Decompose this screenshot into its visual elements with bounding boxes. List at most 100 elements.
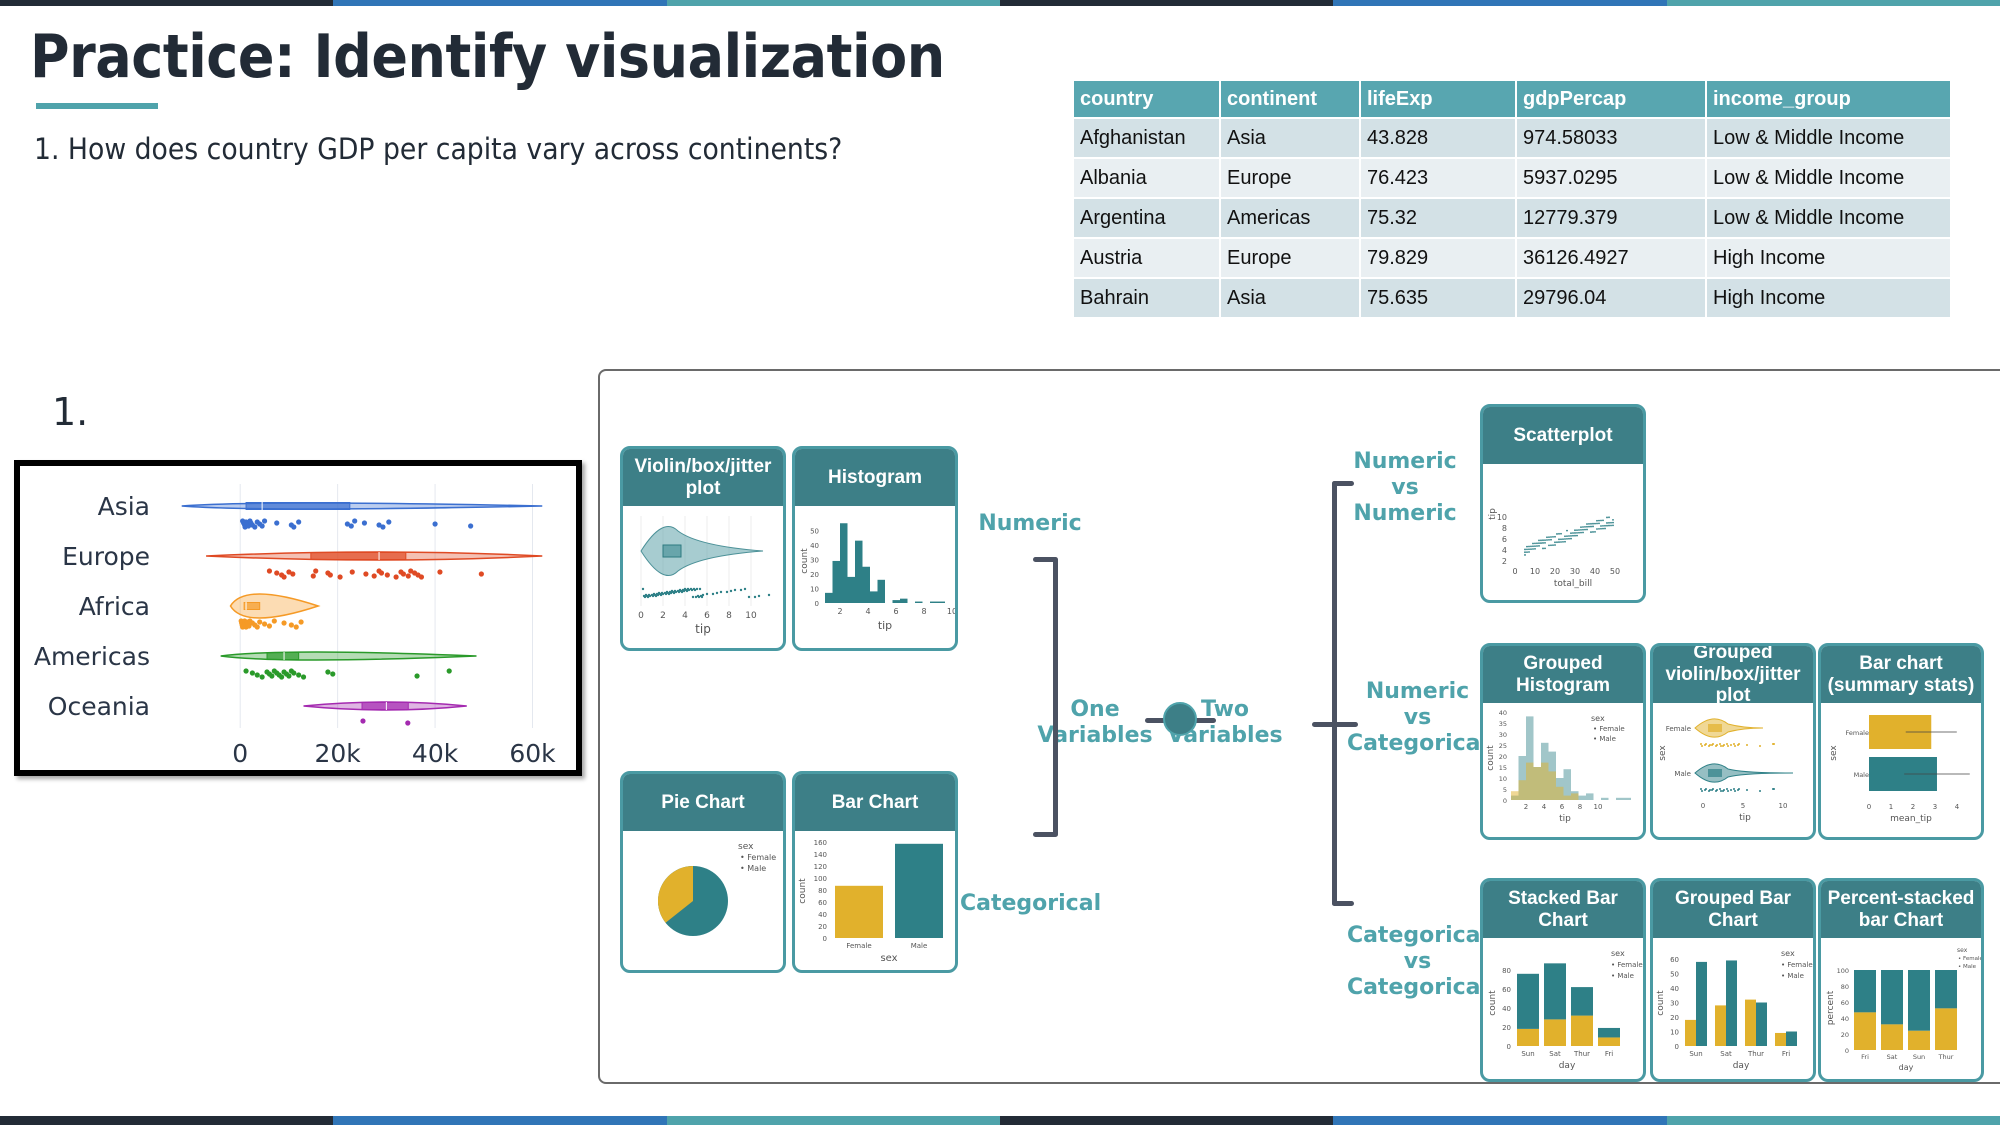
card-title: Histogram — [795, 449, 955, 506]
scatter-point — [1584, 528, 1586, 531]
scatter-point — [1610, 524, 1612, 527]
x-tick-label: Sat — [1549, 1050, 1561, 1058]
jitter-point — [266, 623, 273, 629]
jitter-point — [757, 594, 761, 598]
jitter-point — [478, 571, 484, 577]
mini-chart: 0 5 10 15 20 25 30 35 40 2 4 6 8 10 tip sex • Female • Ma… — [1486, 709, 1631, 824]
y-tick-label: 0 — [1503, 797, 1507, 805]
table-cell: Bahrain — [1074, 279, 1219, 317]
jitter-point — [414, 673, 420, 679]
label-line: Categorical — [960, 891, 1102, 916]
column-header-gdppercap: gdpPercap — [1517, 81, 1705, 117]
x-tick-label: 40k — [412, 739, 459, 768]
scatter-point — [1592, 525, 1594, 528]
jitter-point — [1720, 790, 1722, 792]
scatter-point — [1586, 525, 1588, 528]
jitter-point — [1726, 788, 1728, 790]
scatter-point — [1546, 536, 1548, 539]
y-axis-label: count — [1488, 990, 1498, 1016]
table-cell: Europe — [1221, 159, 1359, 197]
jitter-point — [1723, 744, 1725, 746]
histogram-bar-male — [1601, 797, 1609, 800]
jitter-point — [1712, 743, 1714, 745]
x-axis-label: day — [1733, 1061, 1750, 1071]
jitter-point — [657, 591, 661, 595]
scatter-point — [1548, 544, 1550, 547]
legend-title: sex — [1611, 949, 1625, 958]
label-line: vs — [1391, 474, 1419, 500]
card-body: 0 2 4 6 8 10 tip — [623, 506, 783, 648]
one-variables-label: One Variables — [1030, 697, 1160, 749]
table-cell: 79.829 — [1361, 239, 1515, 277]
scatter-point — [1586, 528, 1588, 531]
scatter-point — [1542, 539, 1544, 542]
x-tick-label: 6 — [1560, 803, 1565, 811]
categorical-label: Categorical — [960, 891, 1102, 917]
jitter-point — [1700, 788, 1702, 790]
jitter-point — [290, 571, 296, 577]
numeric-label: Numeric — [970, 511, 1090, 537]
x-tick-label: 10 — [745, 611, 757, 621]
y-tick-label: 20 — [810, 571, 819, 579]
jitter-point — [352, 518, 358, 524]
x-tick-label: 10 — [947, 607, 955, 616]
x-tick-label: 8 — [921, 607, 926, 616]
y-tick-label: 160 — [814, 839, 827, 847]
jitter-point — [1730, 744, 1732, 746]
table-cell: Americas — [1221, 199, 1359, 237]
violin-oceania — [303, 701, 467, 726]
scatter-point — [1524, 551, 1526, 554]
x-tick-label: 0 — [232, 739, 248, 768]
jitter-point — [1700, 743, 1702, 745]
scatter-point — [1534, 542, 1536, 545]
jitter-point — [288, 622, 294, 628]
scatter-point — [1552, 536, 1554, 538]
mini-chart: Female Male 0 5 10 tip sex — [1658, 718, 1794, 823]
histogram-bar — [847, 576, 855, 603]
jitter-point — [660, 591, 664, 595]
card-title: Bar chart (summary stats) — [1821, 646, 1981, 703]
scatter-point — [1594, 522, 1596, 525]
box-iqr — [266, 652, 300, 660]
scatter-point — [1586, 523, 1588, 525]
stripe-segment — [666, 0, 1000, 6]
x-axis-label: tip — [878, 619, 892, 632]
y-axis-label: sex — [1658, 745, 1668, 761]
histogram-bar-female — [1533, 767, 1541, 800]
bracket-bottom-arm — [1033, 832, 1057, 837]
figure-number: 1. — [52, 390, 89, 434]
box-iqr — [245, 502, 351, 510]
table-cell: Asia — [1221, 119, 1359, 157]
bar-female — [1685, 1019, 1696, 1046]
scatter-point — [1596, 528, 1598, 530]
x-tick-label: Fri — [1605, 1050, 1613, 1058]
jitter-point — [1746, 744, 1748, 746]
scatter-point — [1600, 525, 1602, 527]
jitter-point — [384, 572, 390, 578]
bar-male — [895, 843, 943, 938]
x-axis-label: day — [1559, 1061, 1576, 1071]
y-tick-label: 30 — [810, 557, 819, 565]
jitter-point — [1719, 788, 1721, 790]
x-axis-label: sex — [880, 953, 897, 964]
table-cell: Asia — [1221, 279, 1359, 317]
x-tick-label: 2 — [837, 607, 842, 616]
label-line: vs — [1403, 704, 1432, 730]
scatter-point — [1570, 537, 1572, 540]
y-tick-label: 120 — [814, 863, 827, 871]
label-line: vs — [1403, 948, 1432, 974]
bar-segment-male — [1881, 970, 1903, 1025]
scatter-point — [1550, 544, 1552, 547]
bar-segment-male — [1544, 963, 1566, 1020]
scatter-point — [1584, 526, 1586, 528]
jitter-point — [380, 524, 386, 530]
legend-item-male: • Male — [740, 864, 766, 873]
jitter-point — [673, 589, 677, 593]
jitter-point — [1701, 790, 1703, 792]
scatter-point — [1532, 545, 1534, 548]
scatter-point — [1574, 532, 1576, 534]
jitter-point — [252, 524, 258, 530]
legend-item-female: • Female — [1593, 725, 1625, 733]
scatter-point — [1600, 519, 1602, 522]
histogram-bar-male — [1616, 797, 1624, 800]
